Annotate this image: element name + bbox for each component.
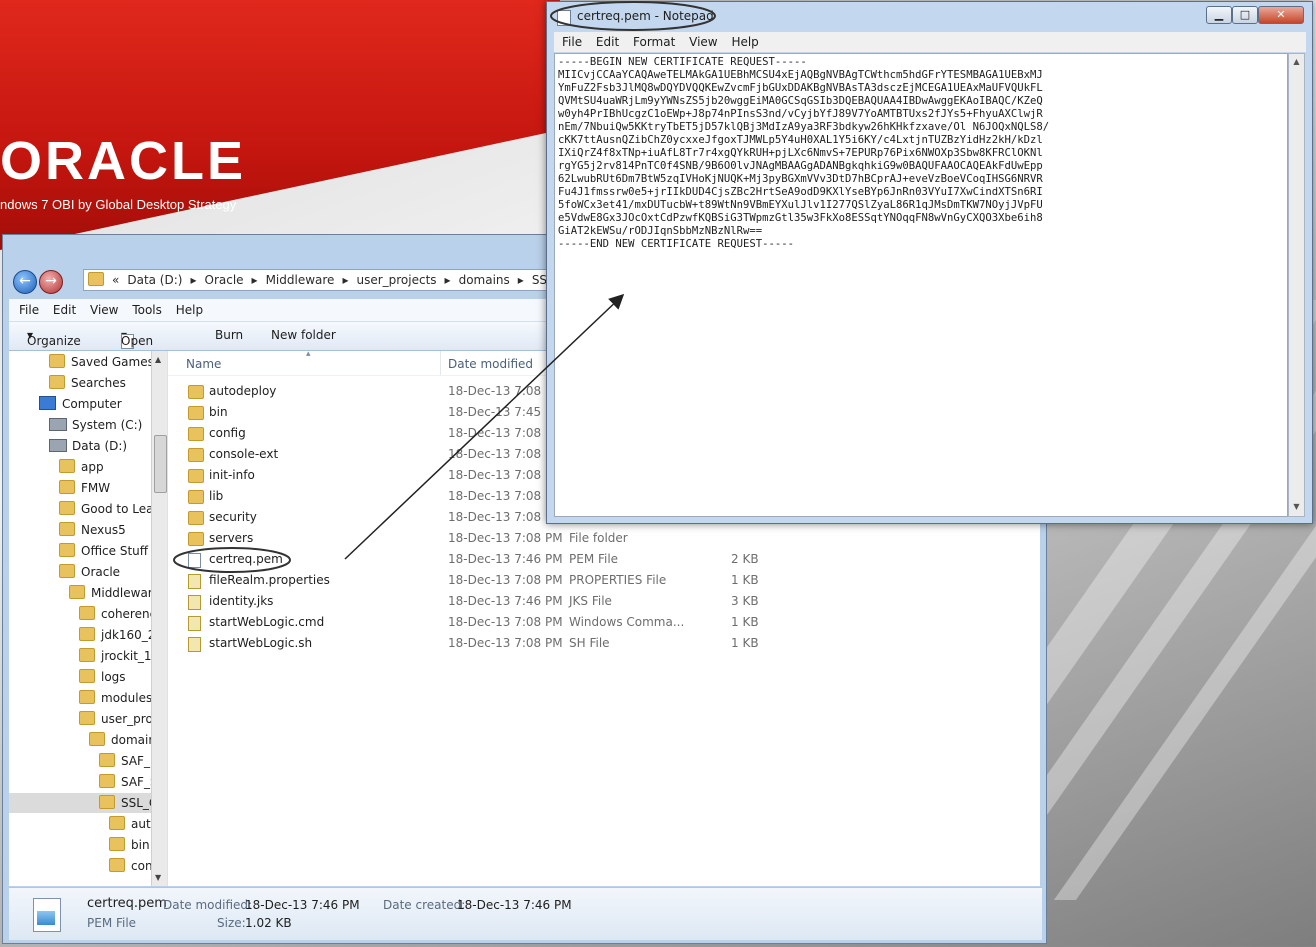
annotation-overlay <box>173 1 716 573</box>
annotation-arrow <box>344 293 625 560</box>
title-highlight-ellipse <box>550 1 716 31</box>
file-highlight-ellipse <box>173 547 291 573</box>
